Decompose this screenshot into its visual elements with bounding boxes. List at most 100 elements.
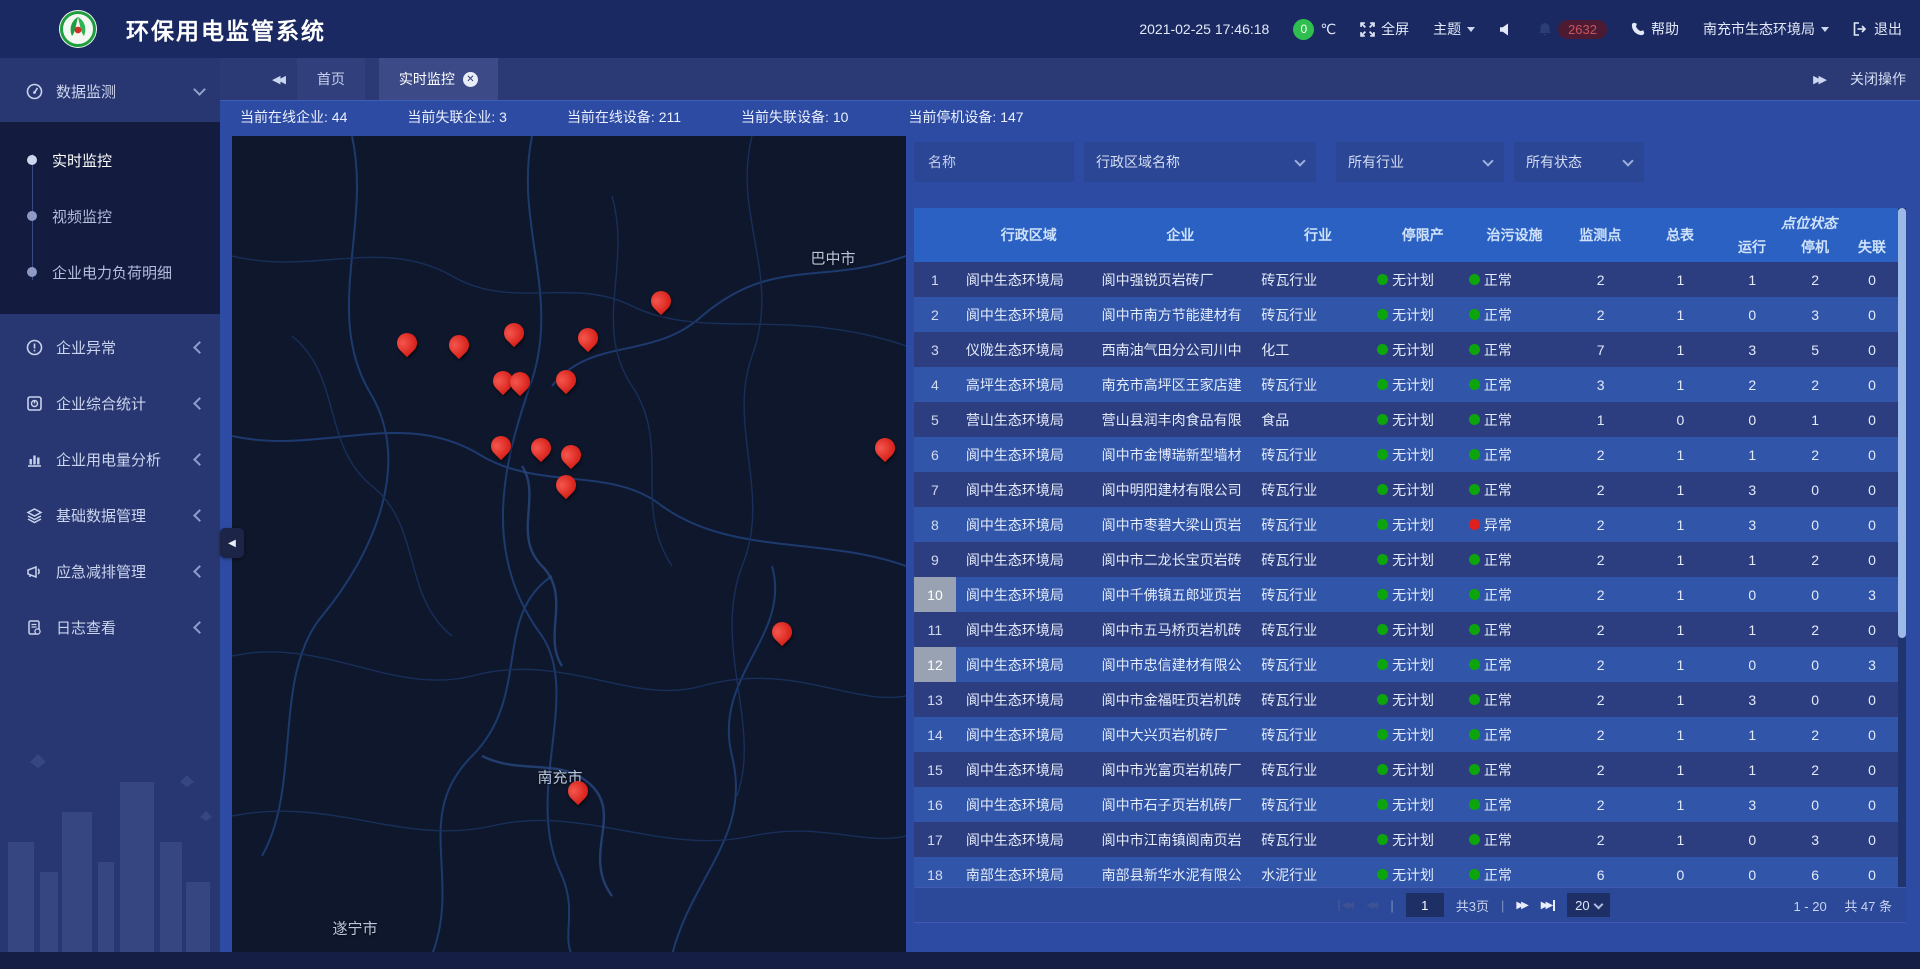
table-row[interactable]: 8阆中生态环境局阆中市枣碧大梁山页岩砖瓦行业无计划异常21300 bbox=[914, 507, 1898, 542]
cell-facility: 正常 bbox=[1469, 612, 1561, 647]
layers-icon bbox=[26, 507, 43, 524]
app-root: 环保用电监管系统 2021-02-25 17:46:18 0 ℃ 全屏 主题 bbox=[0, 0, 1920, 969]
region-filter-select[interactable]: 行政区域名称 bbox=[1084, 142, 1316, 182]
row-index: 14 bbox=[914, 717, 956, 752]
sidebar-subitem-实时监控[interactable]: 实时监控 bbox=[0, 132, 220, 188]
table-row[interactable]: 16阆中生态环境局阆中市石子页岩机砖厂砖瓦行业无计划正常21300 bbox=[914, 787, 1898, 822]
table-row[interactable]: 1阆中生态环境局阆中强锐页岩砖厂砖瓦行业无计划正常21120 bbox=[914, 262, 1898, 297]
cell-industry: 砖瓦行业 bbox=[1259, 437, 1377, 472]
table-row[interactable]: 14阆中生态环境局阆中大兴页岩机砖厂砖瓦行业无计划正常21120 bbox=[914, 717, 1898, 752]
status-dot-green bbox=[1377, 449, 1388, 460]
chevron-left-icon bbox=[193, 453, 206, 466]
theme-dropdown[interactable]: 主题 bbox=[1433, 19, 1475, 39]
tabs-scroll-left-icon[interactable]: ◀◀ bbox=[272, 73, 283, 86]
cell-stop: 3 bbox=[1784, 822, 1846, 857]
cell-facility-label: 正常 bbox=[1484, 480, 1512, 500]
table-row[interactable]: 5营山生态环境局营山县润丰肉食品有限食品无计划正常10010 bbox=[914, 402, 1898, 437]
cell-meters: 0 bbox=[1641, 402, 1721, 437]
next-page-button[interactable]: ▶▶ bbox=[1516, 900, 1528, 911]
tab-close-icon[interactable]: ✕ bbox=[463, 72, 478, 87]
cell-facility: 正常 bbox=[1469, 367, 1561, 402]
name-filter-input[interactable] bbox=[926, 153, 1062, 171]
cell-facility: 正常 bbox=[1469, 647, 1561, 682]
cell-run: 1 bbox=[1720, 752, 1784, 787]
tab-首页[interactable]: 首页 bbox=[297, 58, 365, 100]
submenu-dot-icon bbox=[27, 211, 37, 221]
cell-limit-label: 无计划 bbox=[1392, 375, 1434, 395]
table-row[interactable]: 7阆中生态环境局阆中明阳建材有限公司砖瓦行业无计划正常21300 bbox=[914, 472, 1898, 507]
sidebar-item-data-monitor[interactable]: 数据监测 bbox=[0, 68, 220, 114]
table-scrollbar-thumb[interactable] bbox=[1898, 208, 1906, 638]
stat-label: 当前停机设备: bbox=[908, 109, 1000, 125]
cell-points: 2 bbox=[1561, 787, 1641, 822]
sidebar-subitem-视频监控[interactable]: 视频监控 bbox=[0, 188, 220, 244]
stat-item: 当前在线设备: 211 bbox=[567, 107, 681, 127]
sidebar-item-emergency[interactable]: 应急减排管理 bbox=[0, 548, 220, 594]
status-filter-select[interactable]: 所有状态 bbox=[1514, 142, 1644, 182]
cell-stop: 0 bbox=[1784, 577, 1846, 612]
cell-facility-label: 正常 bbox=[1484, 585, 1512, 605]
table-row[interactable]: 11阆中生态环境局阆中市五马桥页岩机砖砖瓦行业无计划正常21120 bbox=[914, 612, 1898, 647]
table-body: 1阆中生态环境局阆中强锐页岩砖厂砖瓦行业无计划正常211202阆中生态环境局阆中… bbox=[914, 262, 1898, 887]
stats-bar: 当前在线企业: 44当前失联企业: 3当前在线设备: 211当前失联设备: 10… bbox=[220, 100, 1920, 133]
status-dot-green bbox=[1377, 799, 1388, 810]
table-row[interactable]: 12阆中生态环境局阆中市忠信建材有限公砖瓦行业无计划正常21003 bbox=[914, 647, 1898, 682]
mute-button[interactable] bbox=[1499, 23, 1514, 36]
cell-facility: 正常 bbox=[1469, 717, 1561, 752]
first-page-button[interactable]: ◀◀ bbox=[1338, 900, 1354, 911]
cell-facility-label: 正常 bbox=[1484, 410, 1512, 430]
table-row[interactable]: 13阆中生态环境局阆中市金福旺页岩机砖砖瓦行业无计划正常21300 bbox=[914, 682, 1898, 717]
close-operations-dropdown[interactable]: 关闭操作 bbox=[1850, 69, 1906, 89]
cell-industry: 砖瓦行业 bbox=[1259, 262, 1377, 297]
col-header-index bbox=[914, 208, 956, 262]
point-status-group-label: 点位状态 bbox=[1781, 213, 1837, 233]
pagination-range: 1 - 20 共 47 条 bbox=[1610, 896, 1906, 915]
sidebar-item-power-analysis[interactable]: 企业用电量分析 bbox=[0, 436, 220, 482]
cell-region: 阆中生态环境局 bbox=[956, 437, 1102, 472]
page-size-select[interactable]: 20 bbox=[1567, 893, 1609, 917]
page-number-input[interactable]: 1 bbox=[1406, 893, 1444, 917]
tab-实时监控[interactable]: 实时监控 ✕ bbox=[379, 58, 498, 100]
status-dot-green bbox=[1377, 624, 1388, 635]
cell-region: 阆中生态环境局 bbox=[956, 717, 1102, 752]
chevron-down-icon bbox=[1467, 27, 1475, 32]
logout-button[interactable]: 退出 bbox=[1853, 19, 1902, 39]
sidebar-item-company-abnormal[interactable]: 企业异常 bbox=[0, 324, 220, 370]
cell-meters: 1 bbox=[1641, 437, 1721, 472]
table-row[interactable]: 3仪陇生态环境局西南油气田分公司川中化工无计划正常71350 bbox=[914, 332, 1898, 367]
cell-stop: 3 bbox=[1784, 297, 1846, 332]
sidebar-item-company-stats[interactable]: 企业综合统计 bbox=[0, 380, 220, 426]
cell-industry: 砖瓦行业 bbox=[1259, 717, 1377, 752]
cell-run: 3 bbox=[1720, 332, 1784, 367]
last-page-button[interactable]: ▶▶ bbox=[1541, 900, 1555, 911]
sidebar-item-logs[interactable]: 日志查看 bbox=[0, 604, 220, 650]
sidebar-collapse-button[interactable]: ◀ bbox=[220, 528, 244, 558]
cell-meters: 1 bbox=[1641, 332, 1721, 367]
name-filter-field[interactable] bbox=[914, 142, 1074, 182]
table-row[interactable]: 18南部生态环境局南部县新华水泥有限公水泥行业无计划正常60060 bbox=[914, 857, 1898, 887]
notification-count-badge: 2632 bbox=[1558, 20, 1607, 39]
table-row[interactable]: 9阆中生态环境局阆中市二龙长宝页岩砖砖瓦行业无计划正常21120 bbox=[914, 542, 1898, 577]
table-row[interactable]: 17阆中生态环境局阆中市江南镇阆南页岩砖瓦行业无计划正常21030 bbox=[914, 822, 1898, 857]
fullscreen-button[interactable]: 全屏 bbox=[1360, 19, 1409, 39]
help-button[interactable]: 帮助 bbox=[1631, 19, 1679, 39]
cell-limit: 无计划 bbox=[1377, 752, 1469, 787]
notifications[interactable]: 2632 bbox=[1538, 20, 1607, 39]
industry-filter-select[interactable]: 所有行业 bbox=[1336, 142, 1504, 182]
chevron-down-icon bbox=[1593, 899, 1603, 909]
sidebar-subitem-企业电力负荷明细[interactable]: 企业电力负荷明细 bbox=[0, 244, 220, 300]
cell-region: 高坪生态环境局 bbox=[956, 367, 1102, 402]
sidebar-item-base-data[interactable]: 基础数据管理 bbox=[0, 492, 220, 538]
prev-page-button[interactable]: ◀◀ bbox=[1366, 900, 1378, 911]
org-dropdown[interactable]: 南充市生态环境局 bbox=[1703, 19, 1829, 39]
tab-label: 实时监控 bbox=[399, 69, 455, 89]
map-canvas[interactable]: 巴中市南充市遂宁市 bbox=[232, 136, 906, 955]
table-row[interactable]: 2阆中生态环境局阆中市南方节能建材有砖瓦行业无计划正常21030 bbox=[914, 297, 1898, 332]
table-row[interactable]: 6阆中生态环境局阆中市金博瑞新型墙材砖瓦行业无计划正常21120 bbox=[914, 437, 1898, 472]
fullscreen-icon bbox=[1360, 22, 1375, 37]
table-row[interactable]: 4高坪生态环境局南充市高坪区王家店建砖瓦行业无计划正常31220 bbox=[914, 367, 1898, 402]
table-row[interactable]: 15阆中生态环境局阆中市光富页岩机砖厂砖瓦行业无计划正常21120 bbox=[914, 752, 1898, 787]
tabs-scroll-right-icon[interactable]: ▶▶ bbox=[1813, 73, 1824, 86]
table-row[interactable]: 10阆中生态环境局阆中千佛镇五郎垭页岩砖瓦行业无计划正常21003 bbox=[914, 577, 1898, 612]
cell-facility-label: 正常 bbox=[1484, 725, 1512, 745]
